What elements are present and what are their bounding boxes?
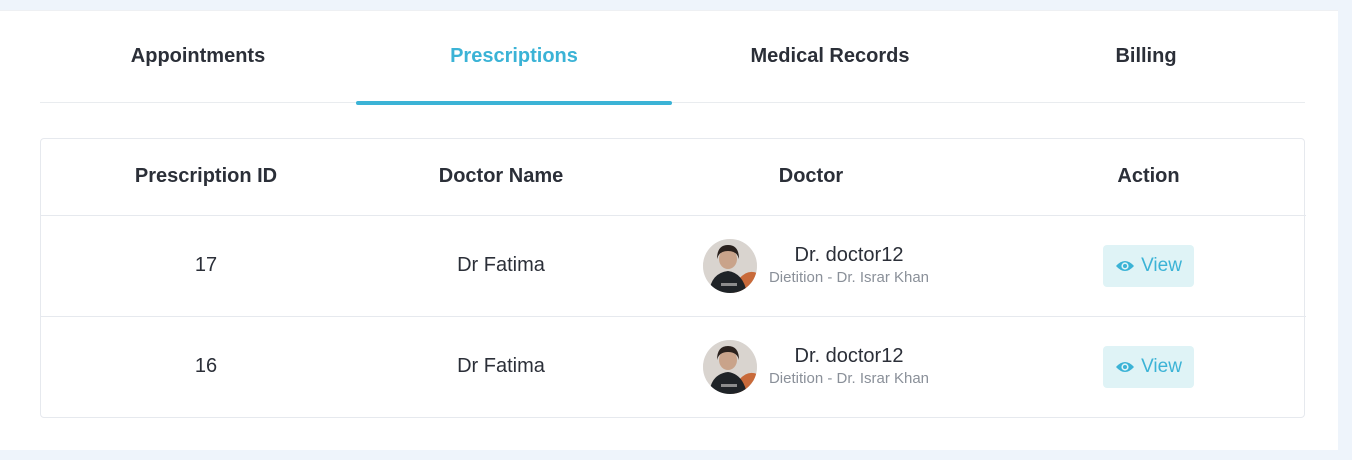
table-row: 17 Dr Fatima Dr. doctor12 Dietition - Dr…: [41, 215, 1306, 316]
prescriptions-table: Prescription ID Doctor Name Doctor Actio…: [40, 138, 1306, 418]
doctor-specialty: Dietition - Dr. Israr Khan: [768, 268, 930, 286]
prescriptions-card: Appointments Prescriptions Medical Recor…: [0, 10, 1338, 450]
table-header-row: Prescription ID Doctor Name Doctor Actio…: [41, 139, 1306, 216]
doctor-name-cell: Dr Fatima: [371, 315, 631, 417]
doctor-avatar: [702, 339, 757, 394]
doctor-name-cell: Dr Fatima: [457, 254, 545, 276]
column-header-doctor-name: Doctor Name: [371, 139, 631, 216]
eye-icon: [1115, 259, 1135, 273]
column-header-action: Action: [991, 139, 1306, 216]
table-row: 16 Dr Fatima Dr. doctor12 Dietition - Dr…: [41, 315, 1306, 417]
prescription-id-cell: 16: [41, 315, 371, 417]
doctor-specialty: Dietition - Dr. Israr Khan: [768, 369, 930, 387]
doctor-avatar: [702, 238, 757, 293]
action-cell: View: [991, 215, 1306, 316]
doctor-cell: Dr. doctor12 Dietition - Dr. Israr Khan: [631, 215, 991, 316]
view-button[interactable]: View: [1103, 345, 1194, 388]
eye-icon: [1115, 360, 1135, 374]
view-button-label: View: [1141, 254, 1182, 276]
doctor-cell: Dr. doctor12 Dietition - Dr. Israr Khan: [631, 315, 991, 417]
tab-billing[interactable]: Billing: [988, 11, 1304, 103]
tab-bar: Appointments Prescriptions Medical Recor…: [40, 11, 1305, 105]
view-button-label: View: [1141, 355, 1182, 377]
column-header-prescription-id: Prescription ID: [41, 139, 371, 216]
tab-medical-records[interactable]: Medical Records: [672, 11, 988, 103]
view-button[interactable]: View: [1103, 244, 1194, 287]
tab-appointments[interactable]: Appointments: [40, 11, 356, 103]
prescription-id-cell: 17: [194, 254, 218, 276]
action-cell: View: [991, 315, 1306, 417]
doctor-full-name: Dr. doctor12: [794, 344, 904, 367]
column-header-doctor: Doctor: [631, 139, 991, 216]
tab-prescriptions[interactable]: Prescriptions: [356, 11, 672, 105]
doctor-full-name: Dr. doctor12: [794, 243, 904, 266]
